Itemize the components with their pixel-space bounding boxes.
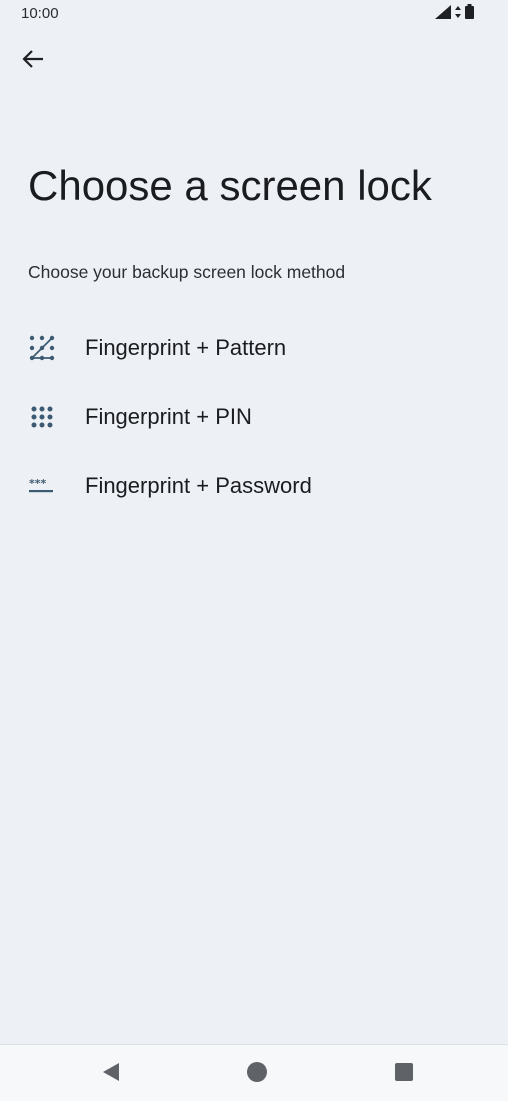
password-icon: *** bbox=[28, 472, 56, 500]
arrow-back-icon bbox=[22, 49, 44, 74]
option-fingerprint-password[interactable]: *** Fingerprint + Password bbox=[0, 451, 508, 520]
nav-back-button[interactable] bbox=[96, 1059, 126, 1089]
option-fingerprint-pin[interactable]: Fingerprint + PIN bbox=[0, 382, 508, 451]
pin-icon bbox=[28, 403, 56, 431]
battery-icon bbox=[465, 4, 474, 24]
nav-back-icon bbox=[101, 1062, 121, 1087]
nav-home-icon bbox=[246, 1061, 268, 1088]
status-bar: 10:00 bbox=[0, 0, 508, 28]
option-label: Fingerprint + Password bbox=[85, 472, 312, 498]
lock-options-list: Fingerprint + Pattern Fingerprint + PIN bbox=[0, 313, 508, 520]
data-arrows-icon bbox=[455, 5, 461, 23]
status-icons bbox=[435, 4, 474, 24]
option-label: Fingerprint + Pattern bbox=[85, 334, 287, 360]
signal-icon bbox=[435, 4, 451, 24]
navigation-bar bbox=[0, 1044, 508, 1101]
option-fingerprint-pattern[interactable]: Fingerprint + Pattern bbox=[0, 313, 508, 382]
status-time: 10:00 bbox=[21, 5, 59, 22]
option-label: Fingerprint + PIN bbox=[85, 403, 252, 429]
svg-text:***: *** bbox=[29, 477, 47, 490]
nav-recents-icon bbox=[395, 1062, 413, 1086]
page-subtitle: Choose your backup screen lock method bbox=[28, 262, 346, 282]
nav-recents-button[interactable] bbox=[389, 1059, 419, 1089]
pattern-icon bbox=[28, 334, 56, 362]
page-title: Choose a screen lock bbox=[28, 162, 432, 209]
back-button[interactable] bbox=[16, 44, 50, 78]
nav-home-button[interactable] bbox=[242, 1059, 272, 1089]
